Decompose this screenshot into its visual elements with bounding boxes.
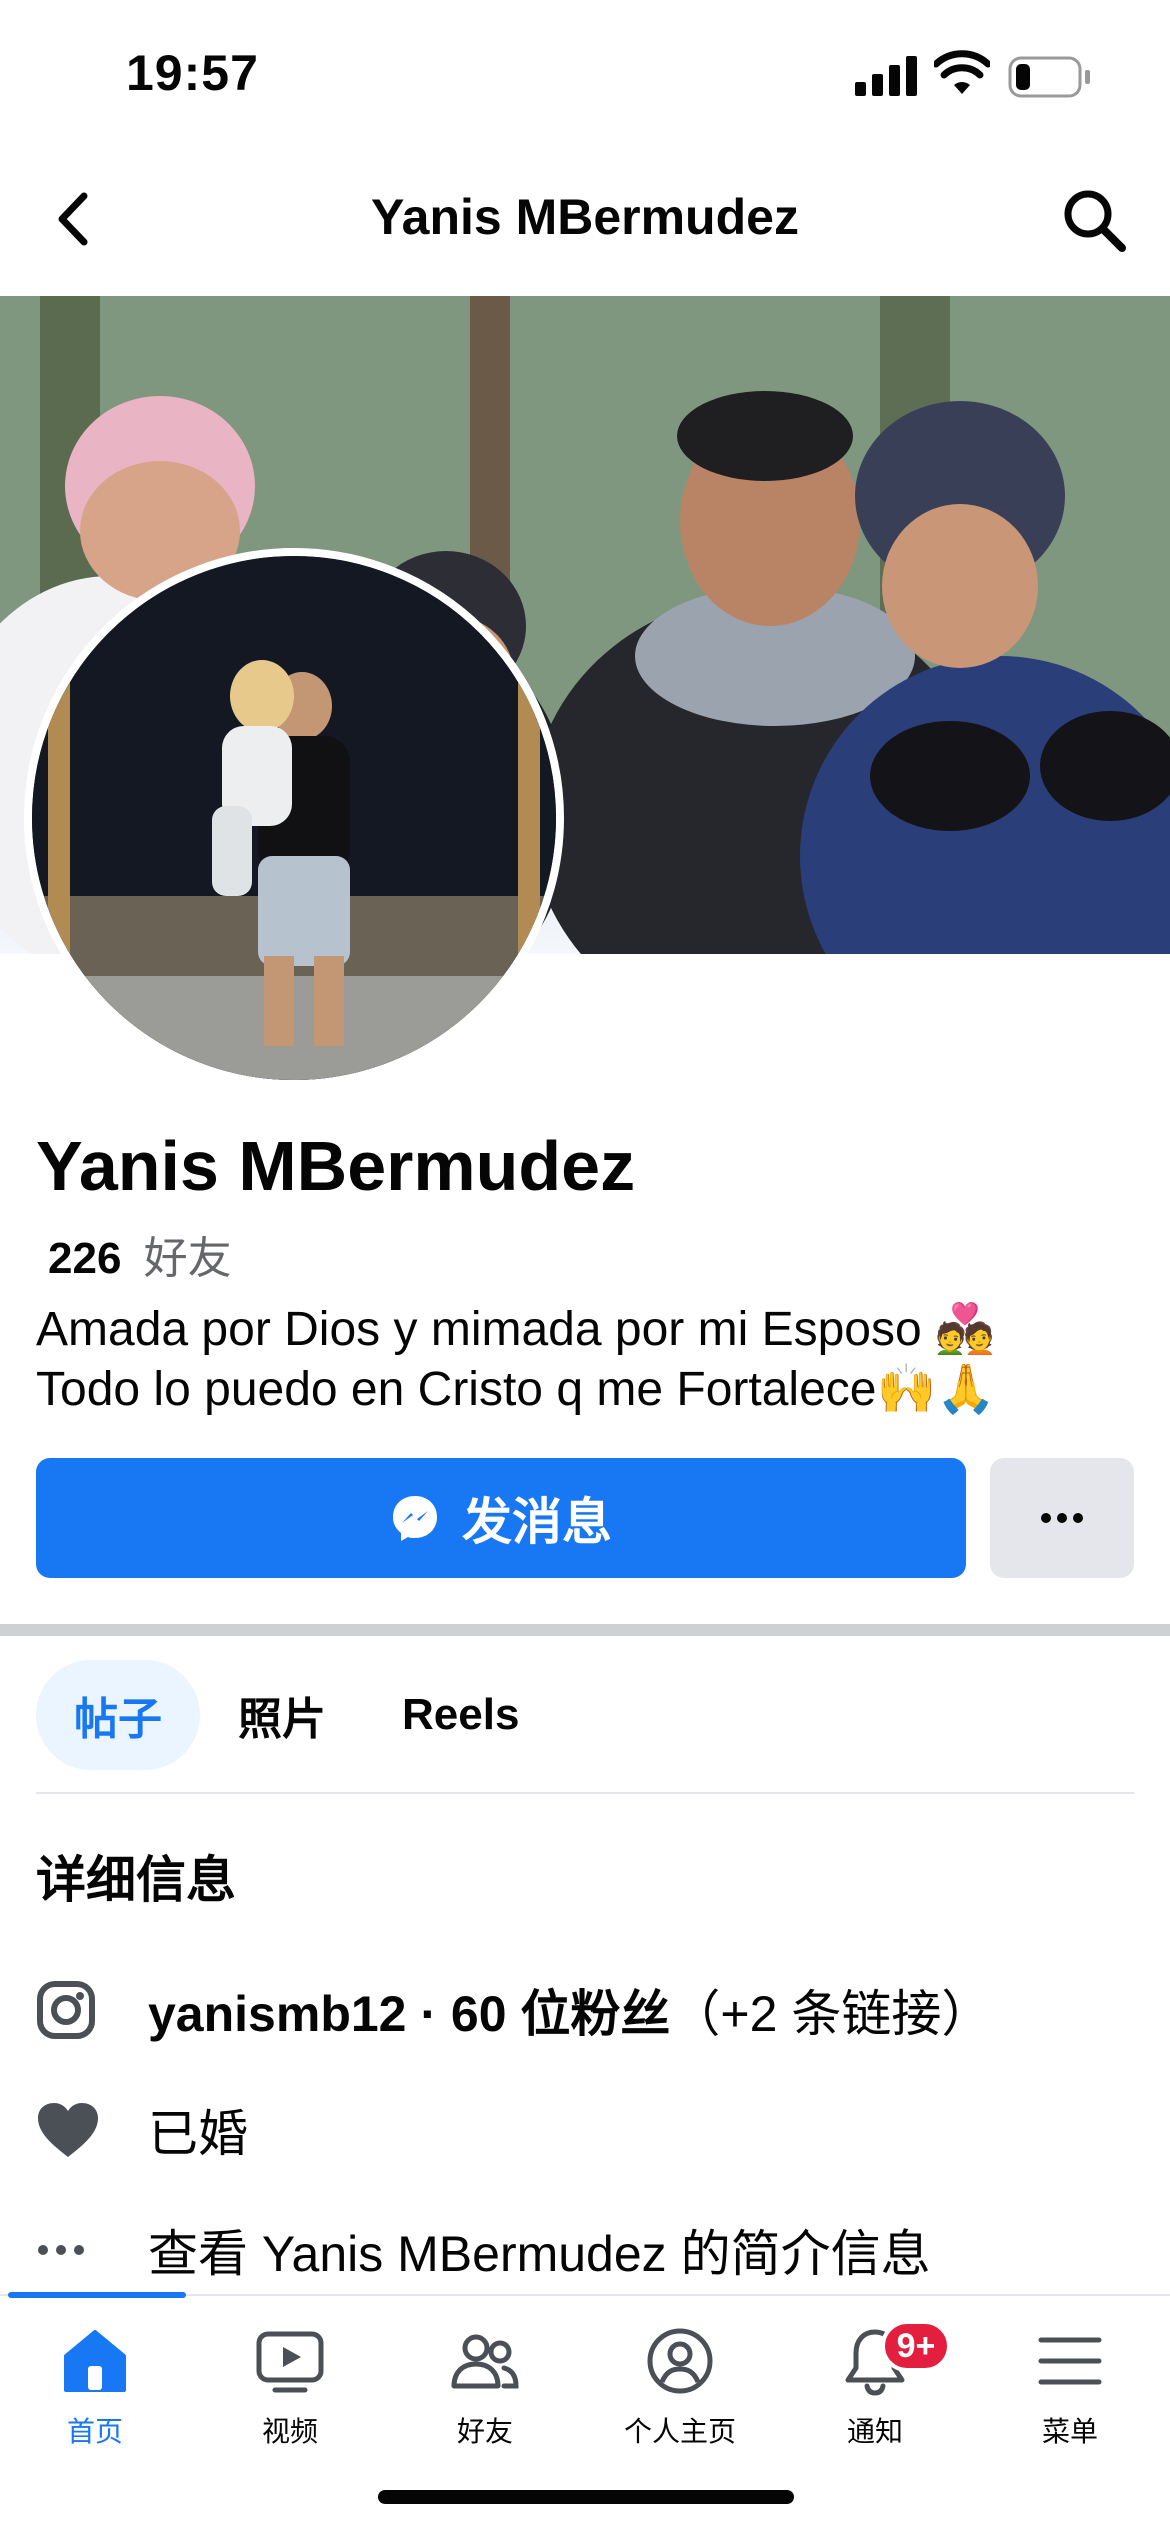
avatar[interactable] [24,548,564,1088]
about-link-row[interactable]: 查看 Yanis MBermudez 的简介信息 [36,2214,931,2286]
instagram-icon [36,1975,120,2045]
bio-line: Todo lo puedo en Cristo q me Fortalece🙌🙏 [36,1363,996,1416]
instagram-row[interactable]: yanismb12 · 60 位粉丝 （+2 条链接） [36,1974,991,2046]
instagram-handle[interactable]: yanismb12 · 60 位粉丝 [148,1974,670,2046]
details-title: 详细信息 [36,1852,236,1908]
video-icon [256,2331,324,2393]
nav-profile[interactable]: 个人主页 [590,2326,770,2476]
friends-count-value: 226 [48,1234,122,1283]
status-bar: 19:57 [0,0,1170,150]
nav-label: 视频 [261,2416,318,2447]
profile-tabs: 帖子 照片 Reels [36,1660,557,1770]
notification-badge: 9+ [881,2320,951,2372]
tab-photos[interactable]: 照片 [200,1660,364,1770]
tab-reels[interactable]: Reels [364,1660,557,1770]
profile-name: Yanis MBermudez [36,1127,636,1205]
message-button-label: 发消息 [462,1494,612,1550]
active-tab-indicator [8,2292,186,2298]
friends-icon [451,2334,519,2389]
section-divider [0,1624,1170,1636]
wifi-icon [934,50,990,94]
battery-icon [1008,56,1090,98]
friends-count-label: 好友 [143,1234,232,1283]
status-time: 19:57 [126,45,259,101]
nav-notifications[interactable]: 9+ 通知 [785,2320,965,2476]
friends-count[interactable]: 226 好友 [48,1222,232,1286]
more-icon [1041,1513,1083,1523]
message-button[interactable]: 发消息 [36,1458,966,1578]
bio-line: Amada por Dios y mimada por mi Esposo 💑 [36,1303,995,1356]
nav-label: 个人主页 [623,2416,736,2447]
tabs-divider [36,1792,1134,1794]
about-link[interactable]: 查看 Yanis MBermudez 的简介信息 [148,2214,931,2286]
nav-video[interactable]: 视频 [200,2326,380,2476]
nav-home[interactable]: 首页 [5,2326,185,2476]
tab-posts[interactable]: 帖子 [36,1660,200,1770]
bio: Amada por Dios y mimada por mi Esposo 💑 … [36,1300,1136,1420]
nav-menu[interactable]: 菜单 [980,2326,1160,2476]
nav-friends[interactable]: 好友 [395,2326,575,2476]
home-icon [64,2330,126,2392]
avatar-image [32,556,556,1080]
nav-label: 首页 [66,2416,123,2447]
messenger-icon [393,1496,437,1541]
profile-icon [647,2328,713,2394]
menu-icon [1038,2337,1102,2385]
page-title: Yanis MBermudez [371,189,799,245]
ellipsis-icon [36,2215,120,2285]
heart-icon [36,2095,120,2165]
signal-icon [855,56,917,96]
nav-label: 通知 [846,2416,903,2447]
nav-label: 菜单 [1041,2416,1098,2447]
relationship-row: 已婚 [36,2094,248,2166]
more-options-button[interactable] [990,1458,1134,1578]
nav-header: Yanis MBermudez [0,160,1170,280]
relationship-status: 已婚 [148,2106,248,2162]
home-indicator[interactable] [378,2490,794,2504]
instagram-links[interactable]: （+2 条链接） [670,1974,991,2046]
search-button[interactable] [1060,186,1130,256]
nav-label: 好友 [456,2416,513,2447]
